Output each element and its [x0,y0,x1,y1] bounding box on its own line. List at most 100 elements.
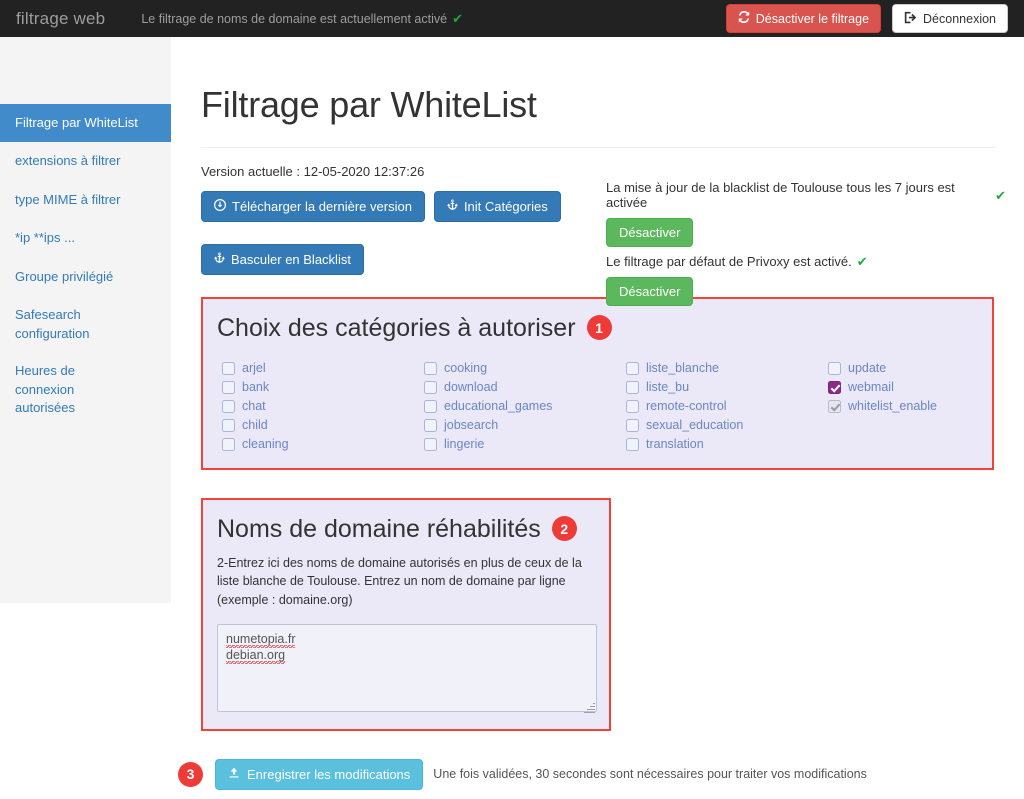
category-translation[interactable]: translation [626,435,826,454]
sidebar-item-safesearch[interactable]: Safesearch configuration [0,296,171,353]
category-label: update [848,361,887,376]
top-navbar: filtrage web Le filtrage de noms de doma… [0,0,1024,37]
switch-to-blacklist-button[interactable]: Basculer en Blacklist [201,243,364,275]
brand-link[interactable]: filtrage web [16,9,105,29]
init-categories-button[interactable]: Init Catégories [433,190,561,222]
sidebar-link-connection-hours[interactable]: Heures de connexion autorisées [0,353,120,426]
checkbox-icon[interactable] [222,437,235,451]
category-child[interactable]: child [222,416,422,435]
categories-column-3: liste_blanche liste_bu remote-control se… [626,359,826,454]
category-label: webmail [848,380,894,395]
checkbox-icon[interactable] [424,380,437,394]
disable-blacklist-update-button[interactable]: Désactiver [606,218,694,247]
checkbox-icon[interactable] [626,380,639,394]
save-row: 3 Enregistrer les modifications Une fois… [171,758,994,790]
category-webmail[interactable]: webmail [828,378,1024,397]
checkbox-icon[interactable] [626,361,639,375]
category-cooking[interactable]: cooking [424,359,624,378]
categories-panel-title: Choix des catégories à autoriser 1 [217,313,978,343]
download-circle-icon [214,199,226,213]
download-latest-version-button[interactable]: Télécharger la dernière version [201,190,425,222]
checkbox-icon[interactable] [222,380,235,394]
category-whitelist-enable[interactable]: whitelist_enable [828,397,1024,416]
toggles-group: La mise à jour de la blacklist de Toulou… [606,180,1006,313]
category-update[interactable]: update [828,359,1024,378]
sidebar-link-ips[interactable]: *ip **ips ... [0,219,171,257]
checkbox-icon[interactable] [828,361,841,375]
step-badge-1: 1 [586,315,612,341]
anchor-icon [446,199,458,213]
category-label: liste_blanche [646,361,719,376]
sidebar-item-privileged-group[interactable]: Groupe privilégié [0,258,171,296]
category-bank[interactable]: bank [222,378,422,397]
logout-button[interactable]: Déconnexion [892,3,1008,34]
category-label: translation [646,437,704,452]
refresh-icon [738,11,750,26]
sidebar-link-mime[interactable]: type MIME à filtrer [0,181,171,219]
anchor-icon [214,252,225,266]
checkbox-icon[interactable] [222,399,235,413]
checkbox-icon[interactable] [222,418,235,432]
filter-status-label: Le filtrage de noms de domaine est actue… [141,11,448,26]
category-remote-control[interactable]: remote-control [626,397,826,416]
save-changes-button[interactable]: Enregistrer les modifications [215,758,424,790]
init-categories-label: Init Catégories [463,198,548,214]
category-label: chat [242,399,266,414]
checkbox-checked-icon[interactable] [828,380,841,394]
categories-column-1: arjel bank chat child cleaning [222,359,422,454]
save-changes-label: Enregistrer les modifications [247,766,411,782]
privoxy-label: Le filtrage par défaut de Privoxy est ac… [606,254,852,269]
category-cleaning[interactable]: cleaning [222,435,422,454]
blacklist-update-label: La mise à jour de la blacklist de Toulou… [606,180,955,210]
privoxy-status: Le filtrage par défaut de Privoxy est ac… [606,254,1006,269]
sidebar-item-ips[interactable]: *ip **ips ... [0,219,171,257]
categories-panel: Choix des catégories à autoriser 1 arjel… [201,296,994,470]
sidebar: Filtrage par WhiteList extensions à filt… [0,37,171,603]
checkbox-icon[interactable] [424,361,437,375]
sidebar-nav: Filtrage par WhiteList extensions à filt… [0,37,171,427]
sidebar-link-privileged-group[interactable]: Groupe privilégié [0,258,171,296]
domain-panel-description: 2-Entrez ici des noms de domaine autoris… [217,555,582,608]
checkbox-icon[interactable] [626,437,639,451]
sidebar-link-safesearch[interactable]: Safesearch configuration [0,296,171,353]
sidebar-item-whitelist[interactable]: Filtrage par WhiteList [0,104,171,143]
category-label: lingerie [444,437,485,452]
sidebar-item-connection-hours[interactable]: Heures de connexion autorisées [0,353,171,426]
step-badge-2: 2 [551,516,577,542]
checkbox-icon[interactable] [626,399,639,413]
sidebar-item-mime[interactable]: type MIME à filtrer [0,181,171,219]
category-download[interactable]: download [424,378,624,397]
page-title: Filtrage par WhiteList [201,84,537,125]
category-liste-blanche[interactable]: liste_blanche [626,359,826,378]
category-label: arjel [242,361,266,376]
domain-panel-title-text: Noms de domaine réhabilités [217,514,541,543]
check-icon: ✔ [856,254,868,269]
category-liste-bu[interactable]: liste_bu [626,378,826,397]
checkbox-icon[interactable] [424,418,437,432]
checkbox-checked-disabled-icon [828,399,841,413]
category-sexual-education[interactable]: sexual_education [626,416,826,435]
category-label: cleaning [242,437,289,452]
category-jobsearch[interactable]: jobsearch [424,416,624,435]
sidebar-link-extensions[interactable]: extensions à filtrer [0,142,171,180]
domain-names-textarea[interactable] [217,623,597,712]
disable-privoxy-button[interactable]: Désactiver [606,277,694,306]
filter-status-text: Le filtrage de noms de domaine est actue… [141,12,463,26]
disable-filtering-button[interactable]: Désactiver le filtrage [725,4,882,33]
title-divider [201,146,996,148]
download-latest-version-label: Télécharger la dernière version [232,198,412,214]
sidebar-link-whitelist[interactable]: Filtrage par WhiteList [0,104,171,143]
category-lingerie[interactable]: lingerie [424,435,624,454]
version-line: Version actuelle : 12-05-2020 12:37:26 [201,163,425,179]
category-arjel[interactable]: arjel [222,359,422,378]
checkbox-icon[interactable] [424,437,437,451]
upload-icon [228,767,240,781]
checkbox-icon[interactable] [626,418,639,432]
checkbox-icon[interactable] [222,361,235,375]
category-chat[interactable]: chat [222,397,422,416]
checkbox-icon[interactable] [424,399,437,413]
categories-grid: arjel bank chat child cleaning cooking d… [217,359,978,454]
category-educational-games[interactable]: educational_games [424,397,624,416]
sidebar-item-extensions[interactable]: extensions à filtrer [0,142,171,180]
category-label: liste_bu [646,380,690,395]
